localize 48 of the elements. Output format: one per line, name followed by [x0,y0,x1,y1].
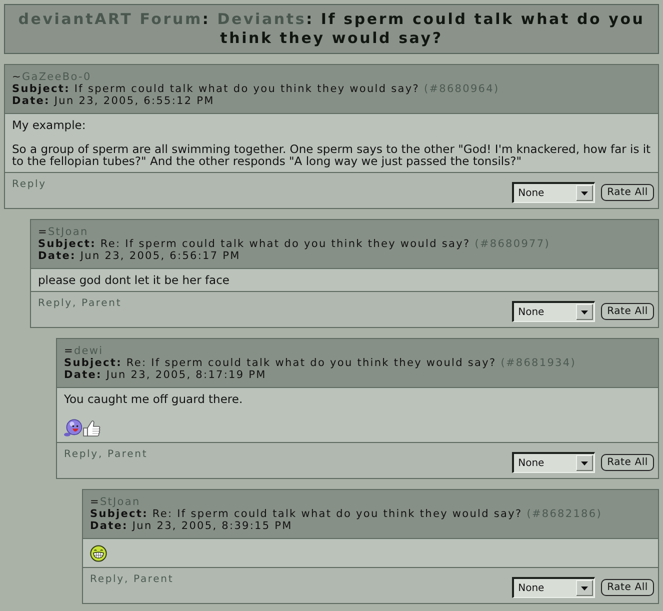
breadcrumb-link[interactable]: Deviants [217,10,306,28]
reply-link[interactable]: Reply [64,449,98,460]
rate-all-button[interactable]: Rate All [601,454,654,471]
blob-face-icon [64,419,82,437]
parent-link[interactable]: Parent [82,298,122,309]
rating-dropdown[interactable]: None [512,182,596,203]
subject-line: Subject: Re: If sperm could talk what do you think they would say? (#8682186) [90,508,602,520]
author-link[interactable]: =dewi [64,345,104,357]
author-link[interactable]: ~GaZeeBo-0 [12,71,92,83]
date-line: Date: Jun 23, 2005, 8:39:15 PM [90,520,292,532]
caret-icon [576,185,594,201]
rate-all-button[interactable]: Rate All [601,184,654,201]
page-title: deviantART Forum: Deviants: If sperm could talk what do you think they would say? [4,4,659,54]
post-text: You caught me off guard there. [64,393,244,405]
reply-link[interactable]: Reply [12,179,46,190]
date-line: Date: Jun 23, 2005, 6:55:12 PM [12,95,214,107]
breadcrumb-link[interactable]: deviantART Forum [18,10,202,28]
subject-line: Subject: If sperm could talk what do you think they would say? (#8680964) [12,83,500,95]
post-actions: Reply, Parent [38,298,122,310]
author-link[interactable]: =StJoan [90,496,140,508]
post-text: My example: [12,119,87,131]
parent-link[interactable]: Parent [108,449,148,460]
post-number-link[interactable]: (#8680977) [474,238,550,250]
post-actions: Reply, Parent [64,449,148,461]
rate-all-button[interactable]: Rate All [601,303,654,320]
author-link[interactable]: =StJoan [38,226,88,238]
date-line: Date: Jun 23, 2005, 6:56:17 PM [38,250,240,262]
reply-link[interactable]: Reply [38,298,72,309]
reply-link[interactable]: Reply [90,574,124,585]
post-text: So a group of sperm are all swimming together. One sperm says to the other "God! I'm knackered, how far is it to the fellopian tubes?" And the other responds "A long way we just passed the tonsils?" [12,143,651,167]
rating-dropdown[interactable]: None [512,301,596,322]
post-number-link[interactable]: (#8681934) [500,357,576,369]
caret-icon [576,455,594,471]
caret-icon [576,580,594,596]
post-actions: Reply, Parent [90,574,174,586]
rating-dropdown[interactable]: None [512,452,596,473]
caret-icon [576,304,594,320]
post-text: please god dont let it be her face [38,274,230,286]
post-number-link[interactable]: (#8680964) [424,83,500,95]
thumbs-up-icon [83,419,101,437]
parent-link[interactable]: Parent [134,574,174,585]
post-number-link[interactable]: (#8682186) [526,508,602,520]
subject-line: Subject: Re: If sperm could talk what do you think they would say? (#8681934) [64,357,576,369]
subject-line: Subject: Re: If sperm could talk what do you think they would say? (#8680977) [38,238,550,250]
rate-all-button[interactable]: Rate All [601,579,654,596]
grin-face-icon [90,545,107,562]
rating-dropdown[interactable]: None [512,577,596,598]
date-line: Date: Jun 23, 2005, 8:17:19 PM [64,369,266,381]
